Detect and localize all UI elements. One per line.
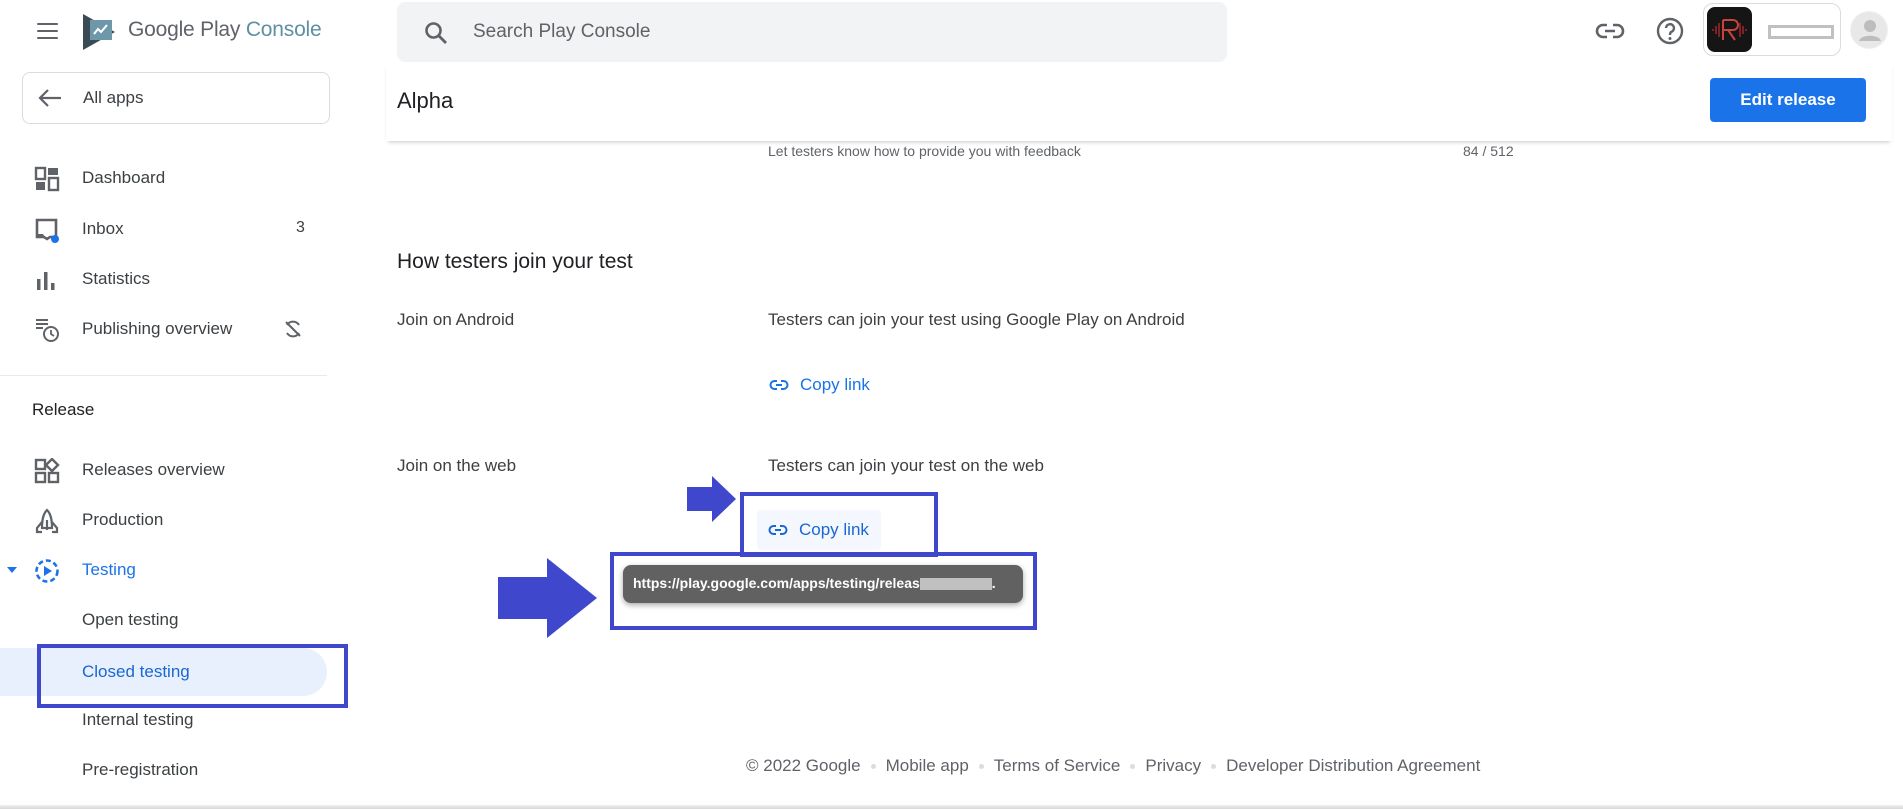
- play-console-logo[interactable]: [82, 12, 120, 52]
- sidebar-item-inbox[interactable]: Inbox 3: [0, 207, 327, 251]
- all-apps-button[interactable]: All apps: [22, 72, 330, 124]
- sidebar-item-open-testing[interactable]: Open testing: [0, 598, 327, 642]
- main-menu-button[interactable]: [34, 20, 60, 42]
- search-icon: [425, 22, 447, 44]
- feedback-char-counter: 84 / 512: [1463, 143, 1514, 159]
- sidebar-item-production[interactable]: Production: [0, 498, 327, 542]
- testing-icon: [35, 559, 59, 583]
- annotation-box-copy-link: [740, 492, 938, 557]
- dashboard-icon: [34, 166, 60, 192]
- user-icon: [1859, 20, 1881, 41]
- developer-account-switcher[interactable]: [1703, 3, 1841, 56]
- footer-copyright: © 2022 Google: [746, 756, 861, 775]
- footer-link-terms[interactable]: Terms of Service: [994, 756, 1121, 776]
- expand-arrow-icon[interactable]: [6, 566, 18, 574]
- sidebar-item-label: Testing: [82, 560, 136, 579]
- sidebar-item-label: Publishing overview: [82, 319, 233, 338]
- brand-name: Google Play Console: [128, 18, 322, 42]
- sidebar-item-label: Pre-registration: [82, 760, 199, 779]
- sidebar-item-testing[interactable]: Testing: [0, 548, 327, 592]
- search-input[interactable]: [473, 16, 1173, 48]
- help-icon[interactable]: [1654, 15, 1686, 47]
- sidebar-divider: [0, 375, 327, 376]
- feedback-hint: Let testers know how to provide you with…: [768, 143, 1081, 159]
- link-icon: [769, 380, 789, 390]
- separator-dot: [1130, 763, 1136, 769]
- join-web-description: Testers can join your test on the web: [768, 456, 1044, 475]
- rocket-icon: [35, 508, 59, 534]
- sidebar-item-pre-registration[interactable]: Pre-registration: [0, 748, 327, 792]
- join-web-label: Join on the web: [397, 456, 517, 475]
- annotation-arrow-large: [498, 558, 597, 638]
- sidebar-item-dashboard[interactable]: Dashboard: [0, 156, 327, 200]
- sidebar-item-label: Production: [82, 510, 164, 529]
- separator-dot: [1211, 763, 1217, 769]
- separator-dot: [978, 763, 984, 769]
- sidebar-item-label: Statistics: [82, 269, 151, 288]
- footer-link-dda[interactable]: Developer Distribution Agreement: [1226, 756, 1480, 776]
- link-icon[interactable]: [1594, 15, 1626, 47]
- footer-link-privacy[interactable]: Privacy: [1145, 756, 1201, 776]
- annotation-arrow-small: [687, 476, 736, 522]
- footer: © 2022 Google Mobile app Terms of Servic…: [746, 756, 1480, 776]
- releases-overview-icon: [34, 458, 60, 484]
- sidebar-item-label: Open testing: [82, 610, 179, 629]
- sidebar-item-releases-overview[interactable]: Releases overview: [0, 448, 327, 492]
- menu-icon: [37, 23, 58, 26]
- bar-chart-icon: [37, 272, 55, 290]
- join-android-description: Testers can join your test using Google …: [768, 310, 1185, 329]
- sidebar-item-publishing-overview[interactable]: Publishing overview: [0, 307, 327, 351]
- separator-dot: [870, 763, 876, 769]
- page-title: Alpha: [397, 88, 454, 113]
- inbox-icon: [35, 218, 59, 243]
- edit-release-button[interactable]: Edit release: [1710, 78, 1866, 122]
- window-bottom-edge: [0, 805, 1903, 809]
- all-apps-label: All apps: [83, 88, 144, 107]
- join-android-label: Join on Android: [397, 310, 515, 329]
- search-bar[interactable]: [397, 2, 1227, 62]
- sidebar-item-label: Dashboard: [82, 168, 166, 187]
- annotation-box-closed-testing: [37, 644, 348, 708]
- sidebar-item-label: Releases overview: [82, 460, 225, 479]
- annotation-box-tooltip: [610, 552, 1037, 630]
- sidebar-item-statistics[interactable]: Statistics: [0, 257, 327, 301]
- section-heading: How testers join your test: [397, 250, 633, 273]
- app-icon: [1707, 7, 1752, 52]
- copy-link-label: Copy link: [800, 375, 870, 394]
- brand-secondary: Console: [245, 18, 322, 41]
- copy-link-android-button[interactable]: Copy link: [758, 365, 882, 405]
- inbox-count-badge: 3: [296, 219, 305, 236]
- page-header: Alpha Edit release: [386, 62, 1892, 141]
- avatar[interactable]: [1850, 11, 1888, 49]
- arrow-back-icon: [38, 89, 61, 107]
- account-name-redacted: [1768, 25, 1834, 39]
- sidebar-item-label: Internal testing: [82, 710, 194, 729]
- footer-link-mobile-app[interactable]: Mobile app: [886, 756, 969, 776]
- sidebar-item-label: Inbox: [82, 219, 124, 238]
- sidebar-section-release: Release: [32, 400, 95, 419]
- brand-primary: Google Play: [128, 18, 241, 41]
- sync-disabled-icon: [285, 320, 301, 338]
- publishing-overview-icon: [36, 319, 59, 342]
